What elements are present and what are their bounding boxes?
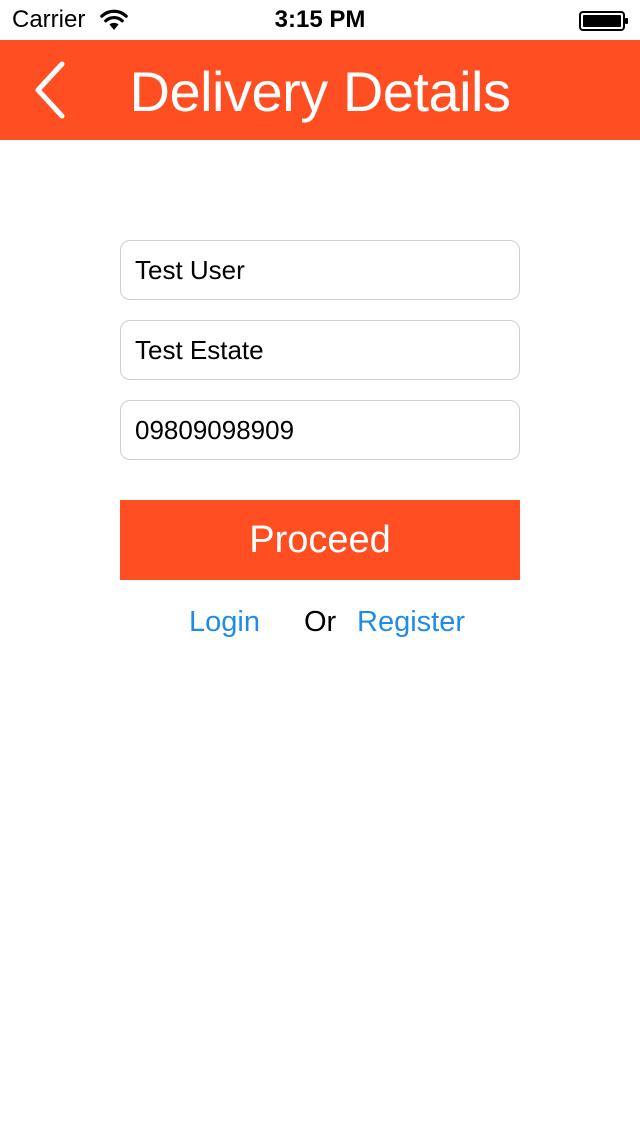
name-field[interactable]: [120, 240, 520, 300]
phone-field[interactable]: [120, 400, 520, 460]
address-field[interactable]: [120, 320, 520, 380]
navigation-bar: Delivery Details: [0, 40, 640, 140]
register-link[interactable]: Register: [357, 602, 465, 642]
page-title: Delivery Details: [129, 60, 512, 123]
status-bar: Carrier 3:15 PM: [0, 0, 640, 40]
proceed-button[interactable]: Proceed: [120, 500, 520, 580]
status-time: 3:15 PM: [274, 6, 366, 33]
login-link[interactable]: Login: [189, 602, 260, 642]
or-label: Or: [304, 606, 337, 638]
battery-icon: [579, 11, 628, 31]
